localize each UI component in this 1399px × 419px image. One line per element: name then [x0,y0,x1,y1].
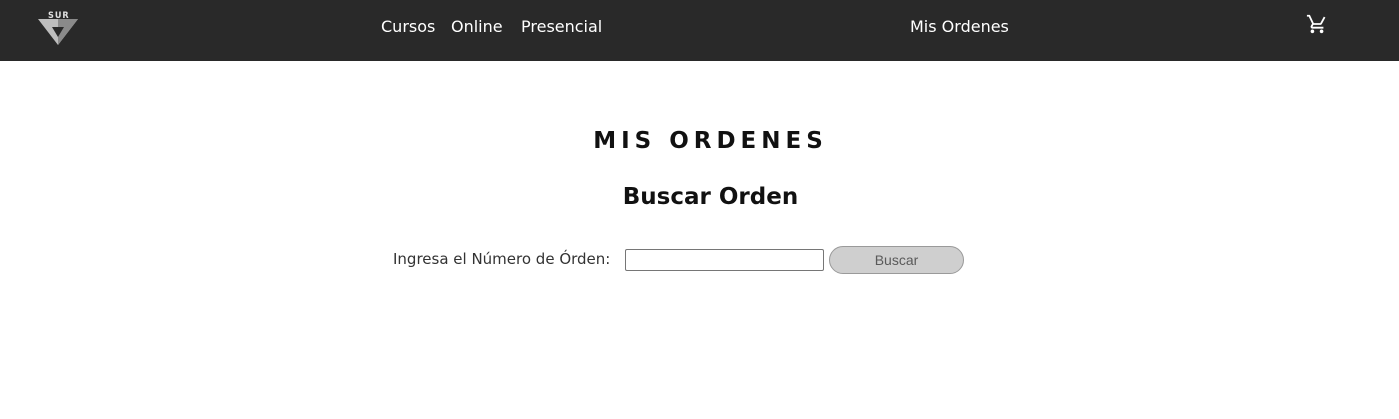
order-number-input[interactable] [625,249,824,271]
page-title: MIS ORDENES [593,128,828,154]
search-order-heading: Buscar Orden [622,184,799,210]
nav-link-cursos[interactable]: Cursos [381,17,435,37]
logo-triangle-icon [38,19,78,45]
search-button[interactable]: Buscar [829,246,964,274]
nav-link-mis-ordenes[interactable]: Mis Ordenes [910,17,1009,37]
nav-link-online[interactable]: Online [451,17,503,37]
order-number-label: Ingresa el Número de Órden: [393,250,611,268]
top-navbar: SUR Cursos Online Presencial Mis Ordenes [0,0,1399,61]
shopping-cart-icon[interactable] [1306,13,1328,35]
sur-logo[interactable]: SUR [38,10,78,46]
nav-link-presencial[interactable]: Presencial [521,17,602,37]
